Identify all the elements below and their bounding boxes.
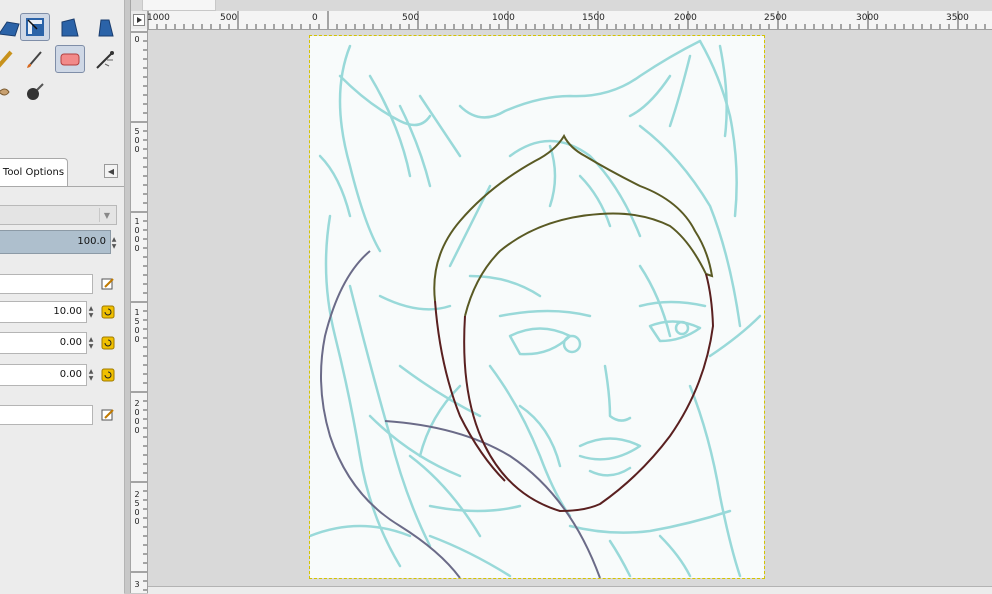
opacity-spin-buttons[interactable]: ▲ ▼ <box>110 232 118 254</box>
perspective-icon <box>0 21 20 37</box>
tab-tool-options-label: Tool Options <box>2 167 65 178</box>
ruler-label: 0 <box>312 13 318 23</box>
ruler-label: 3500 <box>946 13 969 23</box>
sketch-artwork <box>308 39 762 579</box>
paintbrush-tool[interactable] <box>20 46 50 74</box>
angle-field[interactable]: 0.00 <box>0 364 87 386</box>
tab-tool-options[interactable]: Tool Options <box>0 158 68 186</box>
scale-icon <box>26 18 44 36</box>
canvas-viewport[interactable] <box>148 30 992 586</box>
aspect-ratio-field[interactable]: 0.00 <box>0 332 87 354</box>
dock-menu-button[interactable]: ◀ <box>104 164 118 178</box>
smudge-tool[interactable] <box>0 78 18 106</box>
quick-mask-toggle[interactable] <box>131 11 148 30</box>
brush-field[interactable] <box>0 274 93 294</box>
opacity-value: 100.0 <box>77 236 106 247</box>
ruler-label: 2000 <box>674 13 697 23</box>
ruler-label: 3 <box>134 580 140 589</box>
pencil-icon <box>0 50 13 68</box>
reset-icon[interactable] <box>101 305 115 319</box>
size-spin-buttons[interactable]: ▲ ▼ <box>87 302 95 322</box>
reset-icon[interactable] <box>101 368 115 382</box>
paintbrush-icon <box>27 51 42 68</box>
aspect-spin-buttons[interactable]: ▲ ▼ <box>87 333 95 353</box>
flip-tool[interactable] <box>90 14 120 42</box>
mode-select[interactable]: ▼ <box>0 205 117 225</box>
image-tab[interactable] <box>142 0 216 11</box>
play-icon <box>133 14 145 26</box>
reset-icon[interactable] <box>101 336 115 350</box>
vertical-ruler[interactable]: 0 500 1000 1500 2000 2500 3 <box>131 29 148 593</box>
ruler-label: 500 <box>134 127 140 154</box>
ruler-label: 1000 <box>134 217 140 253</box>
pencil-tool[interactable] <box>0 46 20 74</box>
ruler-label: 1000 <box>492 13 515 23</box>
opacity-slider[interactable]: 100.0 <box>0 230 111 254</box>
dynamics-field[interactable] <box>0 405 93 425</box>
shear-tool[interactable] <box>55 14 85 42</box>
ruler-label: 2500 <box>764 13 787 23</box>
eraser-icon <box>60 53 80 66</box>
dodge-burn-icon <box>27 83 44 100</box>
ruler-label: 1500 <box>134 308 140 344</box>
angle-spin-buttons[interactable]: ▲ ▼ <box>87 365 95 385</box>
ruler-label: 1000 <box>147 13 170 23</box>
ruler-label: 2000 <box>134 399 140 435</box>
edit-icon[interactable] <box>101 408 115 422</box>
smudge-icon <box>0 88 10 96</box>
triangle-left-icon: ◀ <box>107 166 115 176</box>
dodge-burn-tool[interactable] <box>20 78 50 106</box>
eraser-tool[interactable] <box>55 45 85 73</box>
scale-tool[interactable] <box>20 13 50 41</box>
airbrush-icon <box>96 51 114 69</box>
ruler-label: 500 <box>402 13 420 23</box>
horizontal-ruler[interactable]: 1000 500 0 500 1000 1500 2000 2500 3000 … <box>147 11 992 30</box>
chevron-down-icon: ▼ <box>99 208 114 222</box>
size-field[interactable]: 10.00 <box>0 301 87 323</box>
aspect-value: 0.00 <box>59 337 82 348</box>
left-dock: Tool Options ◀ ▼ 100.0 ▲ ▼ 10.00 ▲ ▼ 0.00 … <box>0 0 125 594</box>
tool-options-panel: ▼ 100.0 ▲ ▼ 10.00 ▲ ▼ 0.00 ▲ ▼ 0.00 ▲ ▼ <box>0 186 124 594</box>
size-value: 10.00 <box>53 306 82 317</box>
ruler-label: 0 <box>134 35 140 44</box>
ruler-label: 500 <box>220 13 238 23</box>
image-canvas[interactable] <box>308 35 765 579</box>
airbrush-tool[interactable] <box>90 46 120 74</box>
angle-value: 0.00 <box>59 369 82 380</box>
ruler-label: 1500 <box>582 13 605 23</box>
flip-icon <box>98 19 114 37</box>
ruler-label: 3000 <box>856 13 879 23</box>
ruler-label: 2500 <box>134 490 140 526</box>
shear-icon <box>61 18 79 37</box>
edit-icon[interactable] <box>101 277 115 291</box>
